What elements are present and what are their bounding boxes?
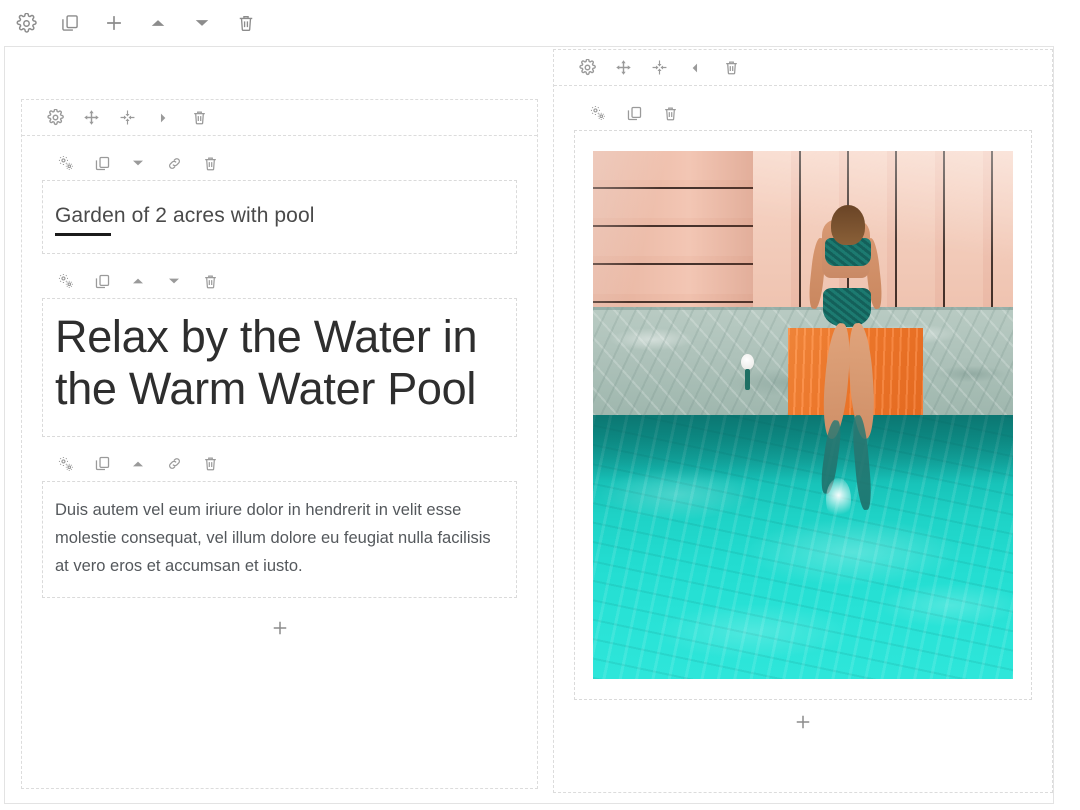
duplicate-icon[interactable] xyxy=(56,9,84,37)
field-underline-accent xyxy=(55,233,111,237)
heading-text[interactable]: Relax by the Water in the Warm Water Poo… xyxy=(55,311,504,415)
triangle-up-icon[interactable] xyxy=(144,9,172,37)
figure-swimsuit-bottom xyxy=(823,288,872,328)
subtitle-field-box[interactable]: Garden of 2 acres with pool xyxy=(42,180,517,255)
duplicate-icon[interactable] xyxy=(92,271,112,291)
left-column-add-row xyxy=(42,606,517,650)
triangle-down-icon[interactable] xyxy=(188,9,216,37)
image-toolbar xyxy=(574,96,1032,130)
pool-photo[interactable] xyxy=(593,151,1013,679)
cogs-icon[interactable] xyxy=(56,454,76,474)
move-arrows-icon[interactable] xyxy=(612,57,634,79)
gear-icon[interactable] xyxy=(44,107,66,129)
trash-icon[interactable] xyxy=(660,103,680,123)
triangle-right-icon[interactable] xyxy=(152,107,174,129)
heading-box[interactable]: Relax by the Water in the Warm Water Poo… xyxy=(42,298,517,437)
deck-concrete-seam xyxy=(593,306,1013,310)
plus-icon[interactable] xyxy=(268,616,292,640)
paragraph-toolbar xyxy=(42,447,517,481)
figure-hair xyxy=(831,204,865,245)
heading-toolbar xyxy=(42,264,517,298)
cogs-icon[interactable] xyxy=(56,271,76,291)
page-toolbar xyxy=(8,8,260,38)
triangle-left-icon[interactable] xyxy=(684,57,706,79)
cogs-icon[interactable] xyxy=(56,153,76,173)
trash-icon[interactable] xyxy=(200,271,220,291)
paragraph-text[interactable]: Duis autem vel eum iriure dolor in hendr… xyxy=(55,496,502,581)
collapse-arrows-icon[interactable] xyxy=(116,107,138,129)
link-icon[interactable] xyxy=(164,153,184,173)
image-box[interactable] xyxy=(574,130,1032,700)
duplicate-icon[interactable] xyxy=(92,153,112,173)
left-column-body: Garden of 2 acres with pool Relax by the… xyxy=(22,146,537,650)
trash-icon[interactable] xyxy=(720,57,742,79)
editor-canvas: Garden of 2 acres with pool Relax by the… xyxy=(4,46,1054,804)
plus-icon[interactable] xyxy=(100,9,128,37)
link-icon[interactable] xyxy=(164,454,184,474)
poolside-glass xyxy=(740,354,754,371)
image-element[interactable] xyxy=(574,96,1032,700)
left-column-toolbar xyxy=(22,100,537,136)
triangle-up-icon[interactable] xyxy=(128,271,148,291)
right-column-toolbar xyxy=(554,50,1052,86)
trash-icon[interactable] xyxy=(200,454,220,474)
trash-icon[interactable] xyxy=(232,9,260,37)
right-column-add-row xyxy=(574,700,1032,744)
heading-element[interactable]: Relax by the Water in the Warm Water Poo… xyxy=(42,264,517,437)
subtitle-field-toolbar xyxy=(42,146,517,180)
pool-water xyxy=(593,415,1013,679)
triangle-down-icon[interactable] xyxy=(128,153,148,173)
poolside-glass-shadow xyxy=(745,368,750,390)
collapse-arrows-icon[interactable] xyxy=(648,57,670,79)
triangle-up-icon[interactable] xyxy=(128,454,148,474)
cogs-icon[interactable] xyxy=(588,103,608,123)
deck-vertical-planks xyxy=(752,151,1013,307)
gear-icon[interactable] xyxy=(12,9,40,37)
paragraph-box[interactable]: Duis autem vel eum iriure dolor in hendr… xyxy=(42,480,517,598)
trash-icon[interactable] xyxy=(188,107,210,129)
move-arrows-icon[interactable] xyxy=(80,107,102,129)
right-column[interactable] xyxy=(553,49,1053,793)
water-splash-foam xyxy=(826,478,852,521)
left-column[interactable]: Garden of 2 acres with pool Relax by the… xyxy=(21,99,538,789)
triangle-down-icon[interactable] xyxy=(164,271,184,291)
gear-icon[interactable] xyxy=(576,57,598,79)
plus-icon[interactable] xyxy=(791,710,815,734)
subtitle-field-element[interactable]: Garden of 2 acres with pool xyxy=(42,146,517,255)
columns-wrapper: Garden of 2 acres with pool Relax by the… xyxy=(5,47,1053,803)
duplicate-icon[interactable] xyxy=(624,103,644,123)
deck-horizontal-planks xyxy=(593,151,753,307)
right-column-body xyxy=(554,96,1052,744)
paragraph-element[interactable]: Duis autem vel eum iriure dolor in hendr… xyxy=(42,447,517,598)
page-builder-editor: Garden of 2 acres with pool Relax by the… xyxy=(0,0,1080,810)
duplicate-icon[interactable] xyxy=(92,454,112,474)
trash-icon[interactable] xyxy=(200,153,220,173)
subtitle-field-value[interactable]: Garden of 2 acres with pool xyxy=(55,203,504,229)
